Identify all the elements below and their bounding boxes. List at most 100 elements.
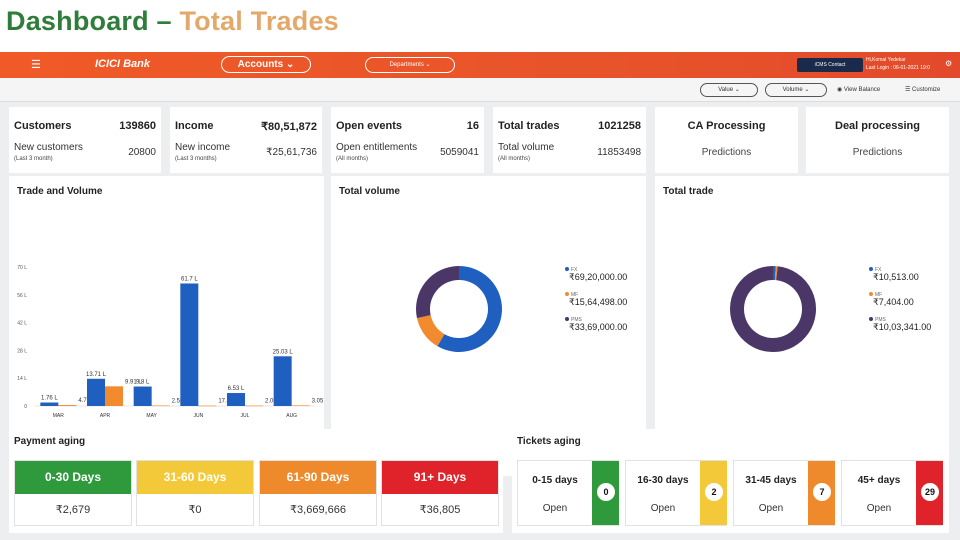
donut-slice-mf xyxy=(416,314,445,347)
payment-bucket-0-30[interactable]: 0-30 Days ₹2,679 xyxy=(14,460,132,526)
deal-processing-card[interactable]: Deal processing Predictions xyxy=(806,107,949,173)
y-tick-label: 70 L xyxy=(17,265,27,271)
kpi-card-income[interactable]: Income ₹80,51,872 New income (Last 3 mon… xyxy=(170,107,322,173)
view-balance-label: View Balance xyxy=(843,87,881,93)
filter-bar: Value ⌄ Volume ⌄ ◉ View Balance ☰ Custom… xyxy=(0,78,960,102)
kpi-sub-note: (Last 3 months) xyxy=(175,156,217,162)
ticket-count-badge: 2 xyxy=(705,483,723,501)
y-tick-label: 42 L xyxy=(17,321,27,327)
kpi-label: Income xyxy=(175,120,214,132)
y-tick-label: 56 L xyxy=(17,293,27,299)
accounts-dropdown[interactable]: Accounts ⌄ xyxy=(221,56,311,73)
ticket-bucket-31-45[interactable]: 31-45 days Open 7 xyxy=(733,460,835,526)
donut-slice-fx xyxy=(437,266,502,352)
ticket-bucket-16-30[interactable]: 16-30 days Open 2 xyxy=(625,460,727,526)
payment-bucket-31-60[interactable]: 31-60 Days ₹0 xyxy=(136,460,254,526)
view-balance-link[interactable]: ◉ View Balance xyxy=(837,86,880,93)
customize-link[interactable]: ☰ Customize xyxy=(905,86,940,93)
list-icon: ☰ xyxy=(905,87,913,93)
kpi-sub-value: ₹25,61,736 xyxy=(266,147,317,158)
hamburger-menu-icon[interactable]: ☰ xyxy=(31,58,41,71)
legend-value: ₹10,03,341.00 xyxy=(873,322,931,332)
kpi-sub-note: (All months) xyxy=(336,156,369,162)
ticket-bucket-45-plus[interactable]: 45+ days Open 29 xyxy=(841,460,943,526)
kpi-card-open-events[interactable]: Open events 16 Open entitlements (All mo… xyxy=(331,107,484,173)
kpi-label: Total trades xyxy=(498,120,560,132)
prediction-title: CA Processing xyxy=(687,120,766,132)
prediction-sub: Predictions xyxy=(701,147,752,158)
y-tick-label: 28 L xyxy=(17,348,27,354)
bar-volume-in-000 xyxy=(40,402,59,406)
slide-title-separator: – xyxy=(148,6,180,36)
bucket-label: 0-30 Days xyxy=(15,461,131,494)
prediction-title: Deal processing xyxy=(835,120,920,132)
kpi-sub-note: (All months) xyxy=(498,156,531,162)
slide-title: Dashboard – Total Trades xyxy=(6,6,339,37)
eye-icon: ◉ xyxy=(837,87,844,93)
bank-logo[interactable]: ICICI Bank xyxy=(95,58,150,70)
legend-value: ₹7,404.00 xyxy=(873,297,914,307)
legend-value: ₹10,513.00 xyxy=(873,272,919,282)
dashboard-app: ☰ ICICI Bank Accounts ⌄ Departments ⌄ iC… xyxy=(0,52,960,540)
data-label: 13.71 L xyxy=(86,372,107,378)
panel-title: Payment aging xyxy=(14,436,86,447)
top-navbar: ☰ ICICI Bank Accounts ⌄ Departments ⌄ iC… xyxy=(0,52,960,78)
bucket-value: ₹0 xyxy=(188,504,202,516)
payment-bucket-61-90[interactable]: 61-90 Days ₹3,669,666 xyxy=(259,460,377,526)
value-dropdown[interactable]: Value ⌄ xyxy=(700,83,758,97)
slide-title-main: Dashboard xyxy=(6,6,149,36)
ticket-color-bar: 7 xyxy=(808,461,835,525)
bucket-label: 31-60 Days xyxy=(137,461,253,494)
ticket-status: Open xyxy=(758,503,784,514)
data-label: 61.7 L xyxy=(181,276,198,282)
kpi-sub-label: Open entitlements xyxy=(336,142,418,153)
bar-count-of-trades xyxy=(198,405,217,407)
ticket-status: Open xyxy=(866,503,892,514)
x-tick-label: JUN xyxy=(193,413,203,419)
bar-volume-in-000 xyxy=(273,356,292,406)
last-login: Last Login : 06-01-2021 19:0 xyxy=(866,65,930,71)
payment-bucket-91-plus[interactable]: 91+ Days ₹36,805 xyxy=(381,460,499,526)
ticket-count-badge: 29 xyxy=(921,483,939,501)
bucket-value: ₹3,669,666 xyxy=(290,504,346,516)
x-tick-label: MAR xyxy=(53,413,64,419)
kpi-value: 16 xyxy=(466,120,479,132)
ticket-color-bar: 0 xyxy=(592,461,619,525)
bar-count-of-trades xyxy=(58,405,77,406)
legend-dot xyxy=(869,292,873,296)
tickets-aging-panel: Tickets aging 0-15 days Open 0 16-30 day… xyxy=(512,429,949,533)
x-tick-label: MAY xyxy=(146,413,157,419)
kpi-sub-value: 5059041 xyxy=(440,147,479,158)
kpi-card-total-trades[interactable]: Total trades 1021258 Total volume (All m… xyxy=(493,107,646,173)
legend-value: ₹15,64,498.00 xyxy=(569,297,627,307)
x-tick-label: JUL xyxy=(241,413,250,419)
kpi-sub-value: 11853498 xyxy=(597,147,641,158)
ca-processing-card[interactable]: CA Processing Predictions xyxy=(655,107,798,173)
kpi-value: 139860 xyxy=(119,120,156,132)
ticket-label: 0-15 days xyxy=(532,475,578,486)
ticket-bucket-0-15[interactable]: 0-15 days Open 0 xyxy=(517,460,619,526)
legend-dot xyxy=(565,267,569,271)
kpi-value: ₹80,51,872 xyxy=(261,121,317,133)
bucket-value: ₹2,679 xyxy=(55,504,91,516)
ticket-label: 31-45 days xyxy=(745,475,797,486)
bar-volume-in-000 xyxy=(180,283,199,406)
legend-dot xyxy=(869,317,873,321)
departments-dropdown[interactable]: Departments ⌄ xyxy=(365,57,455,73)
ticket-color-bar: 2 xyxy=(700,461,727,525)
bar-count-of-trades xyxy=(151,405,170,407)
bar-count-of-trades xyxy=(105,386,123,406)
y-tick-label: 14 L xyxy=(17,376,27,382)
kpi-sub-note: (Last 3 month) xyxy=(14,156,53,162)
volume-dropdown[interactable]: Volume ⌄ xyxy=(765,83,827,97)
kpi-sub-label: New income xyxy=(175,142,231,153)
legend-dot xyxy=(565,292,569,296)
kpi-value: 1021258 xyxy=(598,120,641,132)
gear-icon[interactable]: ⚙ xyxy=(945,59,952,68)
kpi-card-customers[interactable]: Customers 139860 New customers (Last 3 m… xyxy=(9,107,161,173)
contact-button[interactable]: iCMS Contact xyxy=(797,58,863,72)
payment-aging-panel: Payment aging 0-30 Days ₹2,679 31-60 Day… xyxy=(9,429,503,533)
bucket-label: 61-90 Days xyxy=(260,461,376,494)
data-label: 1.76 L xyxy=(41,396,58,402)
ticket-color-bar: 29 xyxy=(916,461,943,525)
